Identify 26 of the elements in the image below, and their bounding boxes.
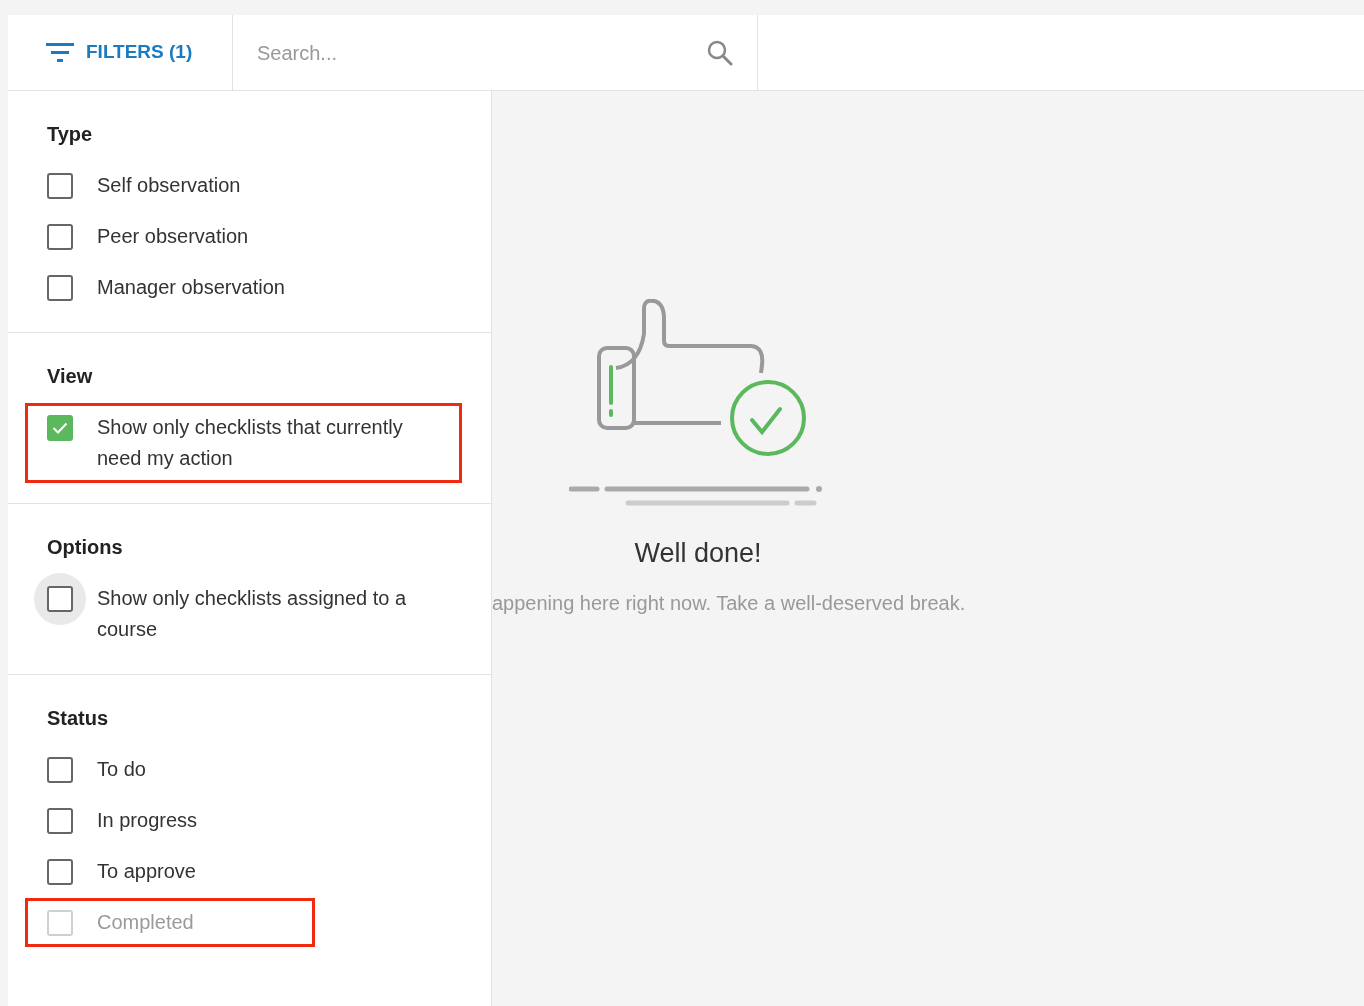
- option-label[interactable]: Show only checklists that currently need my action: [97, 412, 437, 474]
- option-label[interactable]: Show only checklists assigned to a course: [97, 583, 437, 645]
- checkbox[interactable]: [47, 274, 73, 301]
- option-label[interactable]: In progress: [97, 805, 198, 836]
- option-label[interactable]: To do: [97, 754, 146, 785]
- checkbox[interactable]: [47, 807, 73, 834]
- filter-icon: [46, 42, 74, 63]
- search-icon: [707, 39, 733, 66]
- option-label[interactable]: Manager observation: [97, 272, 285, 303]
- section-title: Type: [47, 122, 94, 147]
- empty-state-title: Well done!: [634, 537, 762, 570]
- checkbox[interactable]: [47, 414, 73, 441]
- option-label[interactable]: Self observation: [97, 170, 241, 201]
- checkbox[interactable]: [47, 585, 73, 612]
- checkbox[interactable]: [47, 172, 73, 199]
- empty-state-message: appening here right now. Take a well-deserved break.: [492, 590, 966, 616]
- checkbox[interactable]: [47, 858, 73, 885]
- section-title: Status: [47, 706, 110, 731]
- search-field[interactable]: Search...: [257, 37, 707, 68]
- checkmark-icon: [52, 421, 68, 434]
- section-title: View: [47, 364, 94, 389]
- option-label[interactable]: To approve: [97, 856, 196, 887]
- option-label[interactable]: Peer observation: [97, 221, 249, 252]
- section-title: Options: [47, 535, 124, 560]
- checkbox[interactable]: [47, 223, 73, 250]
- checkbox[interactable]: [47, 756, 73, 783]
